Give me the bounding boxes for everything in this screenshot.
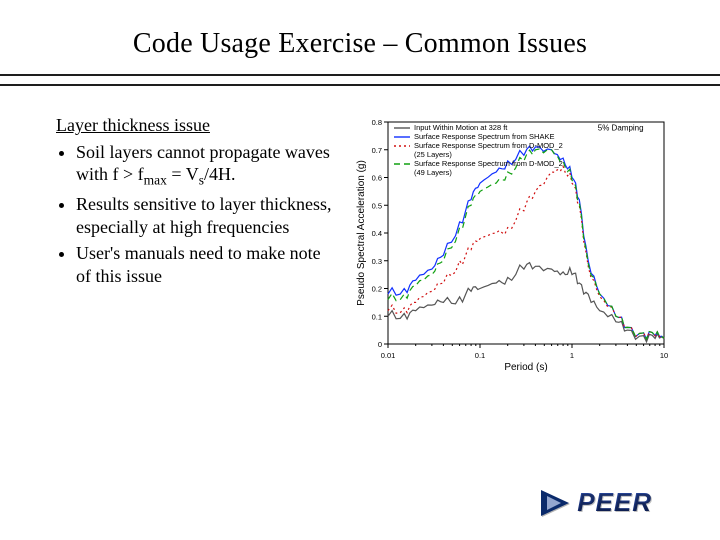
svg-text:0.1: 0.1	[372, 312, 382, 321]
section-subhead: Layer thickness issue	[56, 114, 334, 137]
svg-text:Surface Response Spectrum from: Surface Response Spectrum from D-MOD_2	[414, 159, 563, 168]
text-column: Layer thickness issue Soil layers cannot…	[56, 114, 334, 374]
spectrum-chart: 0 0.1 0.2 0.3 0.4 0.5 0.6 0.7 0.8 0.01 0.1 1 10 Perio…	[352, 114, 672, 374]
svg-text:Period (s): Period (s)	[504, 362, 547, 373]
bullet-item: User's manuals need to make note of this…	[76, 242, 334, 287]
svg-text:Pseudo Spectral Acceleration (: Pseudo Spectral Acceleration (g)	[356, 160, 367, 306]
peer-logo: PEER	[541, 487, 652, 518]
svg-text:0.4: 0.4	[372, 229, 382, 238]
chart-svg: 0 0.1 0.2 0.3 0.4 0.5 0.6 0.7 0.8 0.01 0.1 1 10 Perio…	[352, 114, 672, 374]
peer-logo-icon	[541, 490, 569, 516]
slide-title: Code Usage Exercise – Common Issues	[0, 28, 720, 60]
svg-text:(49 Layers): (49 Layers)	[414, 168, 452, 177]
bullet-list: Soil layers cannot propagate waves with …	[56, 141, 334, 288]
title-rules	[0, 74, 720, 86]
slide: Code Usage Exercise – Common Issues Laye…	[0, 0, 720, 540]
svg-text:0.01: 0.01	[381, 351, 396, 360]
body: Layer thickness issue Soil layers cannot…	[0, 86, 720, 374]
svg-text:0.7: 0.7	[372, 146, 382, 155]
svg-text:0.2: 0.2	[372, 285, 382, 294]
svg-text:0.5: 0.5	[372, 201, 382, 210]
svg-text:0.6: 0.6	[372, 174, 382, 183]
svg-text:5% Damping: 5% Damping	[598, 123, 644, 132]
peer-logo-text: PEER	[577, 487, 652, 518]
bullet-item: Soil layers cannot propagate waves with …	[76, 141, 334, 190]
svg-text:Surface Response Spectrum from: Surface Response Spectrum from SHAKE	[414, 132, 554, 141]
svg-text:0.8: 0.8	[372, 118, 382, 127]
bullet-item: Results sensitive to layer thickness, es…	[76, 193, 334, 238]
svg-text:10: 10	[660, 351, 668, 360]
svg-text:0.3: 0.3	[372, 257, 382, 266]
chart-column: 0 0.1 0.2 0.3 0.4 0.5 0.6 0.7 0.8 0.01 0.1 1 10 Perio…	[352, 114, 672, 374]
svg-text:(25 Layers): (25 Layers)	[414, 150, 452, 159]
svg-text:0.1: 0.1	[475, 351, 485, 360]
svg-text:1: 1	[570, 351, 574, 360]
title-wrap: Code Usage Exercise – Common Issues	[0, 0, 720, 60]
svg-text:0: 0	[378, 340, 382, 349]
svg-text:Input Within Motion at 328 ft: Input Within Motion at 328 ft	[414, 123, 508, 132]
svg-text:Surface Response Spectrum from: Surface Response Spectrum from D-MOD_2	[414, 141, 563, 150]
